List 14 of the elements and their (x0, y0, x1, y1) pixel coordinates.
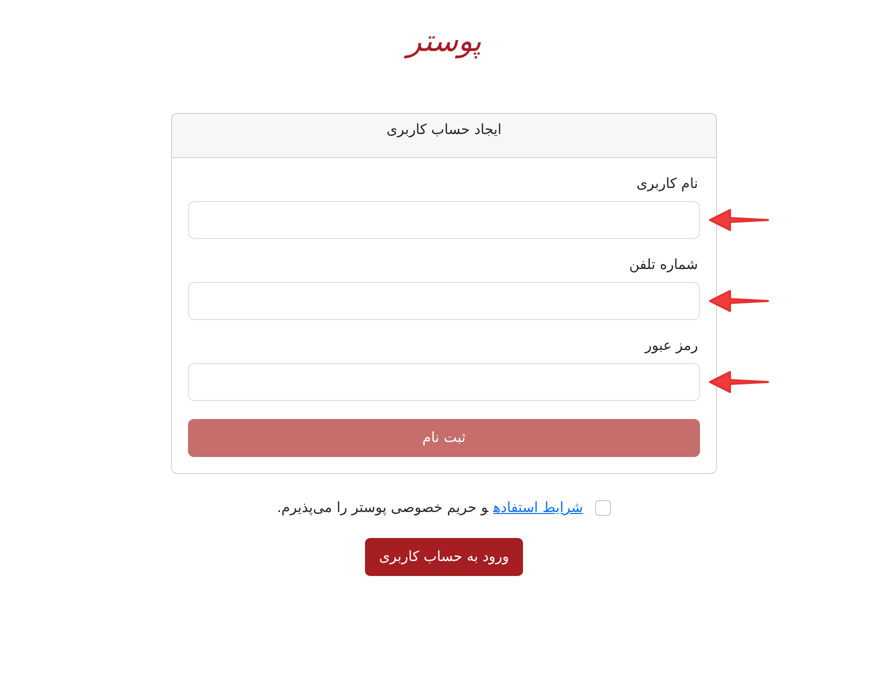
terms-link[interactable]: شرایط استفاده (493, 500, 584, 516)
input-field[interactable] (188, 282, 700, 320)
field-label: رمز عبور (643, 338, 699, 354)
terms-text: شرایط استفاده و حریم خصوصی پوستر را می‌پذیرم. (276, 500, 584, 516)
card-header: ایجاد حساب کاربری (172, 114, 716, 158)
arrow-icon (708, 288, 770, 314)
arrow-icon (708, 207, 770, 233)
field-label: نام کاربری (635, 176, 699, 192)
field-label: شماره تلفن (628, 257, 699, 273)
input-field[interactable] (188, 201, 700, 239)
login-button[interactable]: ورود به حساب کاربری (364, 538, 524, 576)
arrow-icon (708, 369, 770, 395)
checkbox[interactable] (595, 500, 612, 516)
input-field[interactable] (188, 363, 700, 401)
